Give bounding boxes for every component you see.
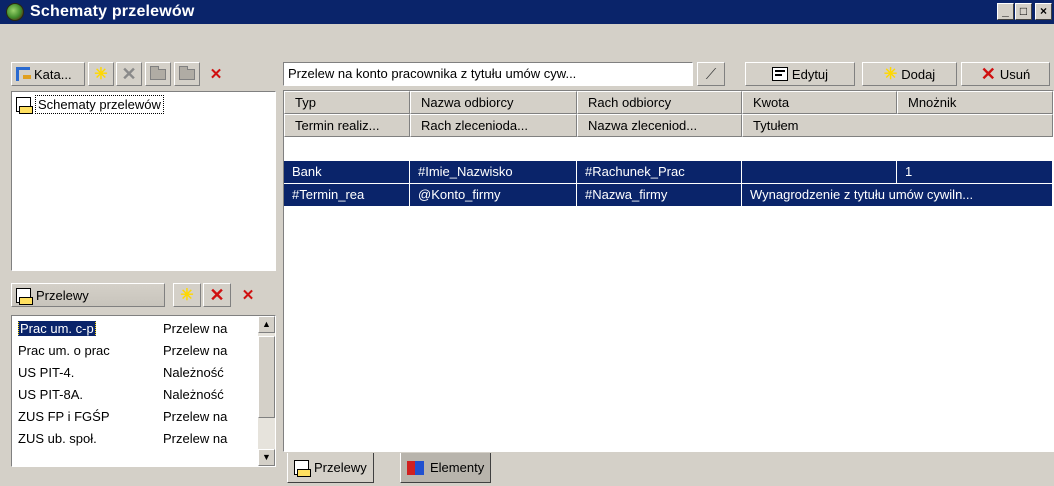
folder-icon: [150, 65, 166, 80]
list-item[interactable]: US PIT-8A. Należność: [12, 384, 260, 405]
grid-cell[interactable]: [742, 161, 897, 184]
delete-icon: ✕: [209, 284, 225, 305]
arrow-down-icon: ▼: [262, 452, 271, 462]
katalog-label: Kata...: [34, 66, 72, 82]
edit-button[interactable]: Edytuj: [745, 62, 855, 86]
folder-button-1[interactable]: [145, 62, 171, 86]
list-item-name: Prac um. c-p: [18, 321, 96, 336]
list-scrollbar[interactable]: ▲ ▼: [258, 316, 275, 466]
add-label: Dodaj: [901, 66, 936, 82]
delete-button[interactable]: ✕ Usuń: [961, 62, 1050, 86]
app-window: Schematy przelewów _ □ × Kata... ✳ ✕ ✕ S…: [0, 0, 1054, 486]
delete-label: Usuń: [999, 66, 1031, 82]
remove-transfer-button[interactable]: ✕: [235, 283, 261, 307]
remove-catalog-button[interactable]: ✕: [203, 62, 229, 86]
delete-catalog-button[interactable]: ✕: [116, 62, 142, 86]
wrench-icon: ⟋: [705, 65, 717, 83]
document-icon: [294, 460, 311, 477]
minimize-button[interactable]: _: [997, 3, 1014, 20]
delete-transfer-button[interactable]: ✕: [203, 283, 231, 307]
grid-cell[interactable]: Wynagrodzenie z tytułu umów cywiln...: [742, 184, 1053, 207]
bottom-tabs: Przelewy Elementy: [283, 452, 1054, 486]
column-header[interactable]: Tytułem: [742, 114, 1053, 137]
grid-cell[interactable]: #Nazwa_firmy: [577, 184, 742, 207]
przelewy-panel-button[interactable]: Przelewy: [11, 283, 165, 307]
scroll-up-button[interactable]: ▲: [258, 316, 275, 333]
tab-przelewy-label: Przelewy: [314, 460, 367, 475]
add-catalog-button[interactable]: ✳: [88, 62, 114, 86]
title-bar[interactable]: Schematy przelewów _ □ ×: [0, 0, 1054, 24]
column-header[interactable]: Nazwa odbiorcy: [410, 91, 577, 114]
katalog-button[interactable]: Kata...: [11, 62, 85, 86]
star-icon: ✳: [883, 66, 898, 83]
list-item-desc: Należność: [163, 365, 224, 380]
list-item-desc: Przelew na: [163, 409, 228, 424]
transfers-list[interactable]: Prac um. c-p Przelew na Prac um. o prac …: [11, 315, 276, 467]
list-item[interactable]: Prac um. o prac Przelew na: [12, 340, 260, 361]
grid-cell[interactable]: #Termin_rea: [284, 184, 410, 207]
grid-cell[interactable]: Bank: [284, 161, 410, 184]
document-icon: [16, 287, 33, 305]
scroll-down-button[interactable]: ▼: [258, 449, 275, 466]
elements-icon: [407, 460, 425, 476]
list-item-name: ZUS FP i FGŚP: [18, 409, 110, 424]
grid-cell[interactable]: @Konto_firmy: [410, 184, 577, 207]
star-icon: ✳: [180, 287, 194, 304]
close-icon: ✕: [209, 66, 223, 83]
list-item[interactable]: ZUS ub. społ. Przelew na: [12, 428, 260, 449]
column-header[interactable]: Typ: [284, 91, 410, 114]
column-header[interactable]: Kwota: [742, 91, 897, 114]
folder-icon: [179, 65, 195, 80]
scroll-thumb[interactable]: [258, 336, 275, 418]
elements-grid[interactable]: Typ Nazwa odbiorcy Rach odbiorcy Kwota M…: [283, 90, 1054, 452]
tab-przelewy[interactable]: Przelewy: [287, 453, 374, 483]
list-item-name: US PIT-8A.: [18, 387, 84, 402]
tree-icon: [16, 67, 31, 81]
add-button[interactable]: ✳ Dodaj: [862, 62, 957, 86]
przelewy-panel-label: Przelewy: [36, 287, 89, 303]
list-item-name: US PIT-4.: [18, 365, 75, 380]
tool-button[interactable]: ⟋: [697, 62, 725, 86]
column-header[interactable]: Nazwa zleceniod...: [577, 114, 742, 137]
tree-item-label: Schematy przelewów: [35, 95, 164, 114]
document-icon: [16, 97, 33, 114]
delete-icon: ✕: [980, 63, 996, 84]
list-item[interactable]: US PIT-4. Należność: [12, 362, 260, 383]
list-item[interactable]: Prac um. c-p Przelew na: [12, 318, 260, 339]
column-header[interactable]: Mnożnik: [897, 91, 1053, 114]
tree-item-root[interactable]: Schematy przelewów: [16, 95, 164, 114]
tab-elementy-label: Elementy: [430, 460, 485, 475]
tab-elementy[interactable]: Elementy: [400, 453, 492, 483]
list-item-desc: Przelew na: [163, 431, 228, 446]
star-icon: ✳: [94, 66, 108, 83]
arrow-up-icon: ▲: [262, 319, 271, 329]
window-title: Schematy przelewów: [30, 3, 195, 20]
list-item-desc: Przelew na: [163, 343, 228, 358]
column-header[interactable]: Rach zlecenioda...: [410, 114, 577, 137]
column-header[interactable]: Rach odbiorcy: [577, 91, 742, 114]
grid-cell[interactable]: #Imie_Nazwisko: [410, 161, 577, 184]
add-transfer-button[interactable]: ✳: [173, 283, 201, 307]
list-item[interactable]: ZUS FP i FGŚP Przelew na: [12, 406, 260, 427]
app-icon: [6, 3, 24, 21]
properties-icon: [771, 67, 788, 81]
list-item-desc: Należność: [163, 387, 224, 402]
grid-cell[interactable]: 1: [897, 161, 1053, 184]
delete-icon: ✕: [121, 63, 137, 84]
close-button[interactable]: ×: [1035, 3, 1052, 20]
list-item-name: ZUS ub. społ.: [18, 431, 97, 446]
list-item-name: Prac um. o prac: [18, 343, 110, 358]
transfer-schema-combo[interactable]: Przelew na konto pracownika z tytułu umó…: [283, 62, 693, 86]
grid-cell[interactable]: #Rachunek_Prac: [577, 161, 742, 184]
list-item-desc: Przelew na: [163, 321, 228, 336]
folder-button-2[interactable]: [174, 62, 200, 86]
maximize-button[interactable]: □: [1015, 3, 1032, 20]
close-icon: ✕: [241, 287, 255, 304]
catalog-tree[interactable]: Schematy przelewów: [11, 91, 276, 271]
column-header[interactable]: Termin realiz...: [284, 114, 410, 137]
edit-label: Edytuj: [791, 66, 829, 82]
